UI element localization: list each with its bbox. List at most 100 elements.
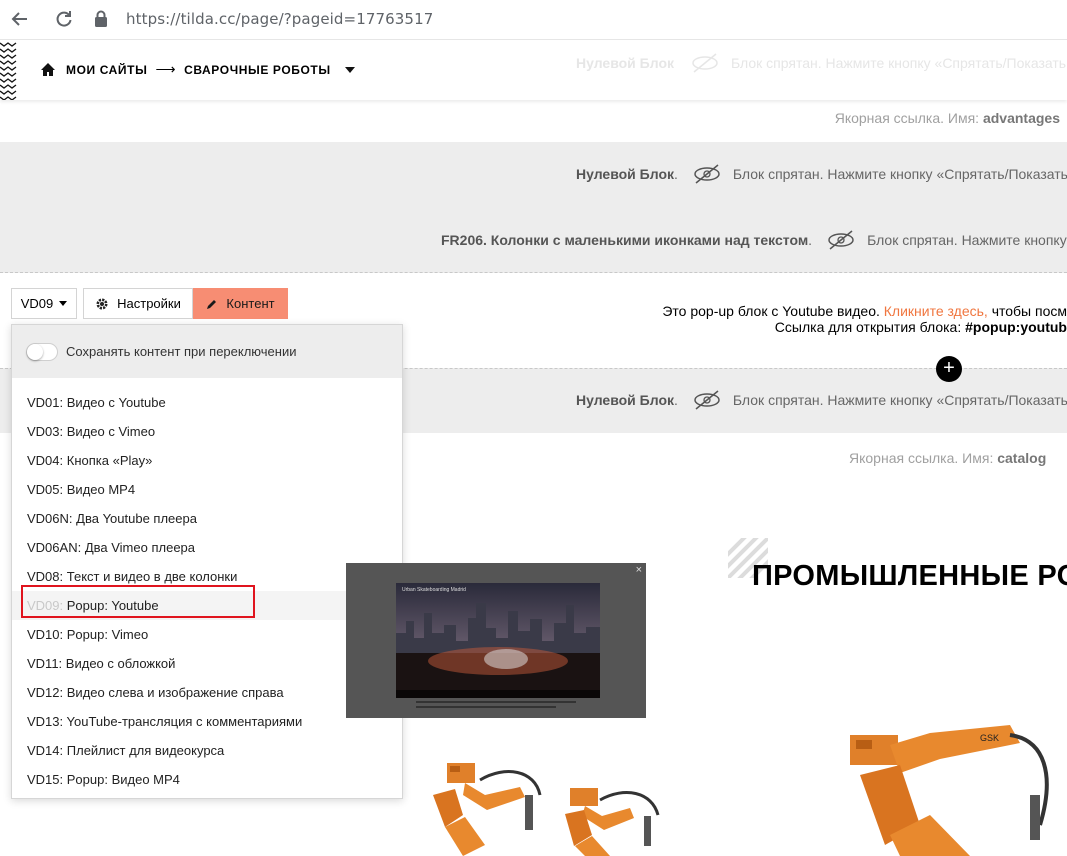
chevron-down-icon[interactable] (344, 66, 355, 73)
dropdown-item-vd14[interactable]: VD14: Плейлист для видеокурса (12, 736, 402, 765)
dropdown-item-vd04[interactable]: VD04: Кнопка «Play» (12, 446, 402, 475)
caption-line (416, 706, 556, 708)
block-name: FR206. Колонки с маленькими иконками над… (441, 232, 809, 248)
toggle-label: Сохранять контент при переключении (66, 344, 297, 359)
dropdown-item-vd01[interactable]: VD01: Видео с Youtube (12, 388, 402, 417)
video-player-preview: Urban Skateboarding Madrid (396, 583, 600, 698)
block-code: VD09 (20, 296, 54, 311)
hidden-blocks-group-1[interactable] (0, 142, 1067, 273)
item-label: Видео слева и изображение справа (66, 685, 284, 700)
preview-caption-lines (416, 701, 586, 708)
block-hint: Блок спрятан. Нажмите кнопку «Спрятать/П… (732, 392, 1067, 408)
anchor-label: Якорная ссылка. Имя: (834, 110, 980, 126)
popup-line-2: Ссылка для открытия блока: #popup:youtub (647, 319, 1067, 335)
popup-text-start: Это pop-up блок с Youtube видео. (662, 303, 880, 319)
settings-label: Настройки (117, 296, 181, 311)
section-title: ПРОМЫШЛЕННЫЕ РО (752, 560, 1067, 592)
dropdown-item-vd12[interactable]: VD12: Видео слева и изображение справа (12, 678, 402, 707)
back-arrow-icon[interactable] (10, 9, 30, 29)
item-label: Видео с Youtube (66, 395, 166, 410)
popup-text-end: чтобы посм (991, 303, 1067, 319)
tilda-logo-zigzag-icon[interactable] (0, 40, 17, 100)
dropdown-item-vd13[interactable]: VD13: YouTube-трансляция с комментариями (12, 707, 402, 736)
popup-link-code: #popup:youtub (965, 319, 1067, 335)
caret-down-icon (59, 301, 68, 306)
hidden-eye-icon[interactable] (826, 229, 856, 251)
breadcrumb-my-sites[interactable]: МОИ САЙТЫ (66, 63, 147, 77)
robot-image: GSK (850, 725, 1049, 856)
toggle-knob (27, 343, 43, 360)
dropdown-item-vd03[interactable]: VD03: Видео с Vimeo (12, 417, 402, 446)
item-label: Два Youtube плеера (76, 511, 197, 526)
city-video-thumbnail (396, 583, 600, 698)
save-content-toggle[interactable] (26, 342, 58, 361)
content-button[interactable]: Контент (193, 288, 288, 319)
anchor-name: catalog (997, 450, 1047, 466)
home-icon[interactable] (40, 62, 56, 78)
block-type-dropdown: Сохранять контент при переключении VD01:… (11, 324, 403, 799)
item-code: VD06AN: (27, 540, 82, 555)
selection-highlight-box (21, 585, 255, 618)
item-label: Popup: Видео MP4 (66, 772, 180, 787)
hidden-zero-block-1[interactable]: Нулевой Блок. Блок спрятан. Нажмите кноп… (576, 163, 1067, 185)
hidden-eye-icon[interactable] (692, 389, 722, 411)
item-code: VD06N: (27, 511, 73, 526)
item-code: VD08: (27, 569, 64, 584)
item-label: Текст и видео в две колонки (66, 569, 238, 584)
item-code: VD05: (27, 482, 64, 497)
item-label: Видео с Vimeo (66, 424, 156, 439)
url-text[interactable]: https://tilda.cc/page/?pageid=17763517 (126, 10, 433, 28)
video-title: Urban Skateboarding Madrid (402, 587, 466, 593)
period: . (674, 392, 678, 408)
item-code: VD13: (27, 714, 64, 729)
block-preview-thumbnail: × Urban Skateboarding Madrid (346, 563, 646, 718)
breadcrumb-arrow: ⟶ (155, 61, 177, 77)
dropdown-item-vd05[interactable]: VD05: Видео MP4 (12, 475, 402, 504)
item-code: VD14: (27, 743, 64, 758)
item-label: Плейлист для видеокурса (66, 743, 225, 758)
robot-image (565, 788, 660, 856)
item-code: VD11: (27, 656, 63, 671)
item-code: VD15: (27, 772, 64, 787)
hidden-zero-block-2[interactable]: Нулевой Блок. Блок спрятан. Нажмите кноп… (576, 389, 1067, 411)
item-label: Видео с обложкой (65, 656, 176, 671)
pencil-icon (207, 299, 217, 309)
popup-click-link[interactable]: Кликните здесь, (884, 303, 988, 319)
add-block-button[interactable]: + (936, 356, 962, 382)
content-label: Контент (226, 296, 275, 311)
reload-icon[interactable] (54, 9, 74, 29)
popup-line-1: Это pop-up блок с Youtube видео. Кликнит… (647, 303, 1067, 319)
lock-icon[interactable] (94, 10, 108, 28)
block-hint: Блок спрятан. Нажмите кнопку «Спрятать/П… (732, 166, 1067, 182)
hidden-fr206-block[interactable]: FR206. Колонки с маленькими иконками над… (441, 229, 1067, 251)
dropdown-item-vd10[interactable]: VD10: Popup: Vimeo (12, 620, 402, 649)
hidden-eye-icon[interactable] (692, 163, 722, 185)
period: . (808, 232, 813, 248)
faded-eye-icon (692, 53, 718, 73)
dropdown-item-vd06an[interactable]: VD06AN: Два Vimeo плеера (12, 533, 402, 562)
item-label: Видео MP4 (66, 482, 136, 497)
anchor-name: advantages (982, 110, 1060, 126)
dropdown-item-vd11[interactable]: VD11: Видео с обложкой (12, 649, 402, 678)
item-code: VD03: (27, 424, 64, 439)
dropdown-item-vd06n[interactable]: VD06N: Два Youtube плеера (12, 504, 402, 533)
item-code: VD12: (27, 685, 64, 700)
block-name: Нулевой Блок (576, 166, 675, 182)
popup-block-description: Это pop-up блок с Youtube видео. Кликнит… (647, 303, 1067, 335)
gear-icon (96, 298, 108, 309)
faded-block-name: Нулевой Блок (576, 55, 675, 71)
breadcrumb: МОИ САЙТЫ ⟶ СВАРОЧНЫЕ РОБОТЫ (40, 61, 355, 78)
period: . (674, 166, 678, 182)
item-label: Popup: Vimeo (66, 627, 149, 642)
browser-address-bar: https://tilda.cc/page/?pageid=17763517 (0, 0, 1067, 40)
svg-text:GSK: GSK (980, 733, 999, 743)
item-code: VD04: (27, 453, 64, 468)
dropdown-item-vd15[interactable]: VD15: Popup: Видео MP4 (12, 765, 402, 794)
robot-image (433, 763, 542, 856)
settings-button[interactable]: Настройки (83, 288, 193, 319)
close-icon: × (635, 564, 642, 576)
breadcrumb-project[interactable]: СВАРОЧНЫЕ РОБОТЫ (184, 63, 331, 77)
item-code: VD01: (27, 395, 64, 410)
caption-line (416, 701, 576, 703)
block-type-dropdown-button[interactable]: VD09 (11, 288, 77, 319)
